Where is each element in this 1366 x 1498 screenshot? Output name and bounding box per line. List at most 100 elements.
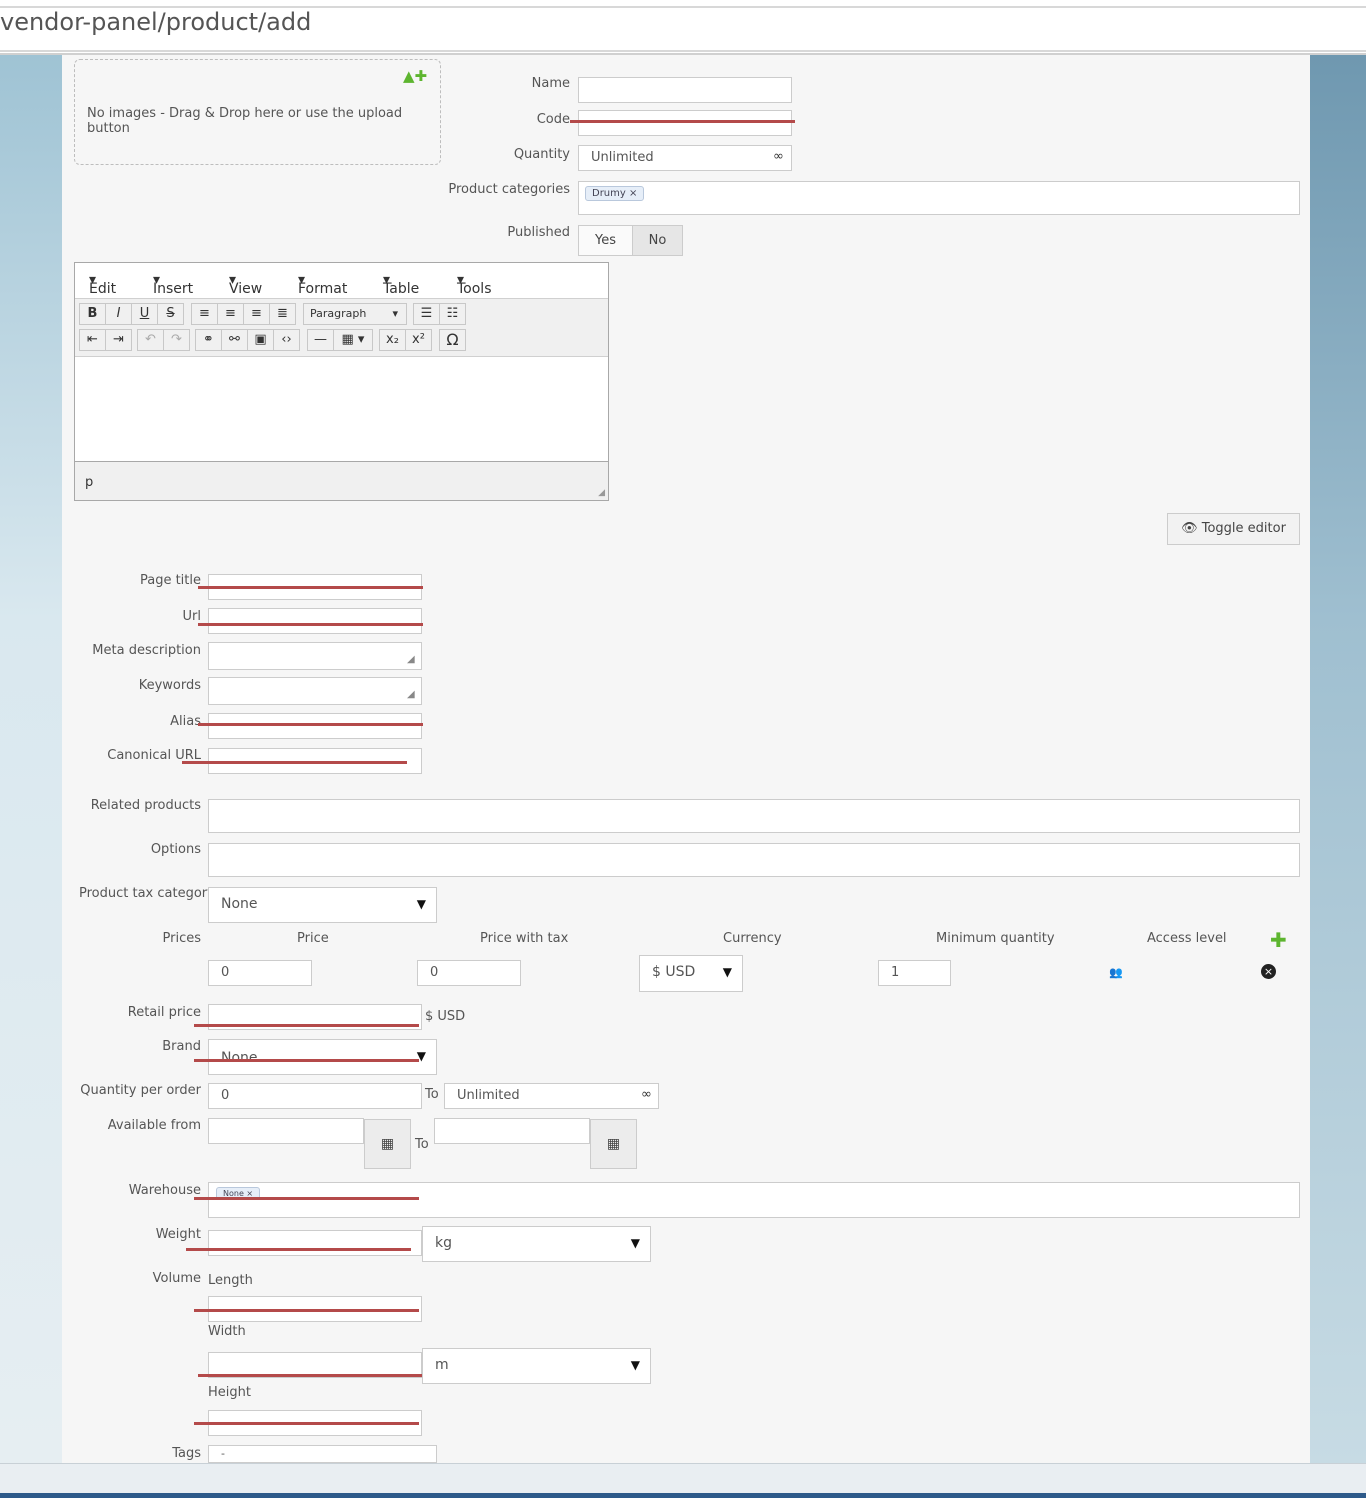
redaction-line	[194, 1309, 419, 1312]
available-from-input[interactable]	[208, 1118, 364, 1144]
tags-label: Tags	[172, 1446, 201, 1461]
minimum-quantity-input[interactable]: 1	[878, 960, 951, 986]
price-with-tax-input[interactable]: 0	[417, 960, 521, 986]
dropdown-arrow-icon: ▼	[630, 1236, 640, 1250]
price-input[interactable]: 0	[208, 960, 312, 986]
tags-input[interactable]: -	[208, 1445, 437, 1463]
quantity-input[interactable]: Unlimited	[578, 145, 792, 171]
warehouse-input[interactable]	[208, 1182, 1300, 1218]
redaction-line	[570, 120, 795, 123]
published-no-button[interactable]: No	[632, 225, 683, 256]
infinity-icon: ∞	[641, 1087, 652, 1102]
available-from-label: Available from	[107, 1118, 201, 1133]
infinity-icon: ∞	[773, 149, 784, 164]
dropdown-arrow-icon: ▼	[722, 965, 732, 979]
code-input[interactable]	[578, 110, 792, 136]
menu-edit[interactable]: Edit ▾	[89, 272, 116, 297]
redaction-line	[194, 1422, 419, 1425]
retail-price-currency: $ USD	[425, 1009, 466, 1024]
weight-input[interactable]	[208, 1230, 422, 1256]
browser-address-bar[interactable]: vendor-panel/product/add	[0, 0, 1366, 55]
retail-price-label: Retail price	[127, 1005, 201, 1020]
subscript-icon[interactable]: x₂	[379, 329, 406, 351]
currency-column-header: Currency	[723, 931, 782, 946]
resize-handle-icon[interactable]: ◢	[407, 689, 415, 700]
undo-icon[interactable]: ↶	[137, 329, 164, 351]
link-icon[interactable]: ⚭	[195, 329, 222, 351]
category-tag[interactable]: Drumy ×	[585, 186, 645, 201]
redo-icon[interactable]: ↷	[163, 329, 190, 351]
currency-select[interactable]: $ USD ▼	[639, 955, 743, 992]
dropdown-arrow-icon: ▼	[630, 1358, 640, 1372]
name-input[interactable]	[578, 77, 792, 103]
address-url[interactable]: vendor-panel/product/add	[0, 8, 311, 36]
upload-icon[interactable]: ▲✚	[403, 67, 433, 85]
align-center-icon[interactable]: ≡	[217, 303, 244, 325]
redaction-line	[194, 1024, 419, 1027]
taskbar-accent	[0, 1493, 1366, 1498]
tax-category-select[interactable]: None ▼	[208, 887, 437, 923]
resize-handle-icon[interactable]: ◢	[598, 488, 605, 498]
indent-icon[interactable]: ⇥	[105, 329, 132, 351]
keywords-label: Keywords	[138, 678, 201, 693]
redaction-line	[198, 1374, 423, 1377]
outdent-icon[interactable]: ⇤	[79, 329, 106, 351]
categories-input[interactable]	[578, 181, 1300, 215]
meta-description-textarea[interactable]	[208, 642, 422, 670]
align-right-icon[interactable]: ≡	[243, 303, 270, 325]
volume-unit-select[interactable]: m ▼	[422, 1348, 651, 1384]
brand-label: Brand	[162, 1039, 201, 1054]
align-left-icon[interactable]: ≡	[191, 303, 218, 325]
resize-handle-icon[interactable]: ◢	[407, 654, 415, 665]
menu-format[interactable]: Format ▾	[298, 272, 347, 297]
strikethrough-icon[interactable]: S	[157, 303, 184, 325]
code-icon[interactable]: ‹›	[273, 329, 300, 351]
user-group-icon[interactable]: 👥	[1109, 966, 1123, 979]
superscript-icon[interactable]: x²	[405, 329, 432, 351]
menu-tools[interactable]: Tools ▾	[457, 272, 492, 297]
toggle-editor-button[interactable]: 👁 Toggle editor	[1167, 513, 1300, 545]
menu-table[interactable]: Table ▾	[383, 272, 419, 297]
add-price-icon[interactable]: ✚	[1270, 928, 1287, 952]
align-justify-icon[interactable]: ≣	[269, 303, 296, 325]
underline-icon[interactable]: U	[131, 303, 158, 325]
numbered-list-icon[interactable]: ☷	[439, 303, 466, 325]
tax-category-label: Product tax category	[79, 886, 215, 901]
special-character-icon[interactable]: Ω	[439, 329, 466, 351]
redaction-line	[198, 623, 423, 626]
meta-description-label: Meta description	[92, 643, 201, 658]
prices-label: Prices	[162, 931, 202, 946]
rich-text-editor: Edit ▾ Insert ▾ View ▾ Format ▾ Table ▾ …	[74, 262, 609, 501]
options-input[interactable]	[208, 843, 1300, 877]
remove-price-icon[interactable]: ×	[1261, 964, 1276, 979]
brand-select[interactable]: None ▼	[208, 1039, 437, 1075]
eye-icon: 👁	[1181, 521, 1198, 536]
dropdown-arrow-icon: ▾	[392, 307, 398, 320]
weight-unit-select[interactable]: kg ▼	[422, 1226, 651, 1262]
menu-insert[interactable]: Insert ▾	[153, 272, 193, 297]
bold-icon[interactable]: B	[79, 303, 106, 325]
format-select[interactable]: Paragraph ▾	[303, 303, 407, 325]
calendar-icon[interactable]: ▦	[364, 1119, 411, 1169]
unlink-icon[interactable]: ⚯	[221, 329, 248, 351]
image-dropzone[interactable]: ▲✚ No images - Drag & Drop here or use t…	[74, 59, 441, 165]
italic-icon[interactable]: I	[105, 303, 132, 325]
table-icon[interactable]: ▦ ▾	[333, 329, 373, 351]
calendar-icon[interactable]: ▦	[590, 1119, 637, 1169]
editor-content-area[interactable]	[75, 356, 608, 462]
quantity-per-order-to-input[interactable]: Unlimited	[444, 1083, 659, 1109]
keywords-textarea[interactable]	[208, 677, 422, 705]
height-label: Height	[208, 1385, 251, 1400]
related-products-input[interactable]	[208, 799, 1300, 833]
image-icon[interactable]: ▣	[247, 329, 274, 351]
menu-view[interactable]: View ▾	[229, 272, 262, 297]
alias-input[interactable]	[208, 713, 422, 739]
quantity-per-order-from-input[interactable]: 0	[208, 1083, 422, 1109]
published-yes-button[interactable]: Yes	[578, 225, 633, 256]
url-input[interactable]	[208, 608, 422, 634]
available-to-input[interactable]	[434, 1118, 590, 1144]
bullet-list-icon[interactable]: ☰	[413, 303, 440, 325]
width-label: Width	[208, 1324, 246, 1339]
horizontal-rule-icon[interactable]: —	[307, 329, 334, 351]
related-products-label: Related products	[90, 798, 201, 813]
